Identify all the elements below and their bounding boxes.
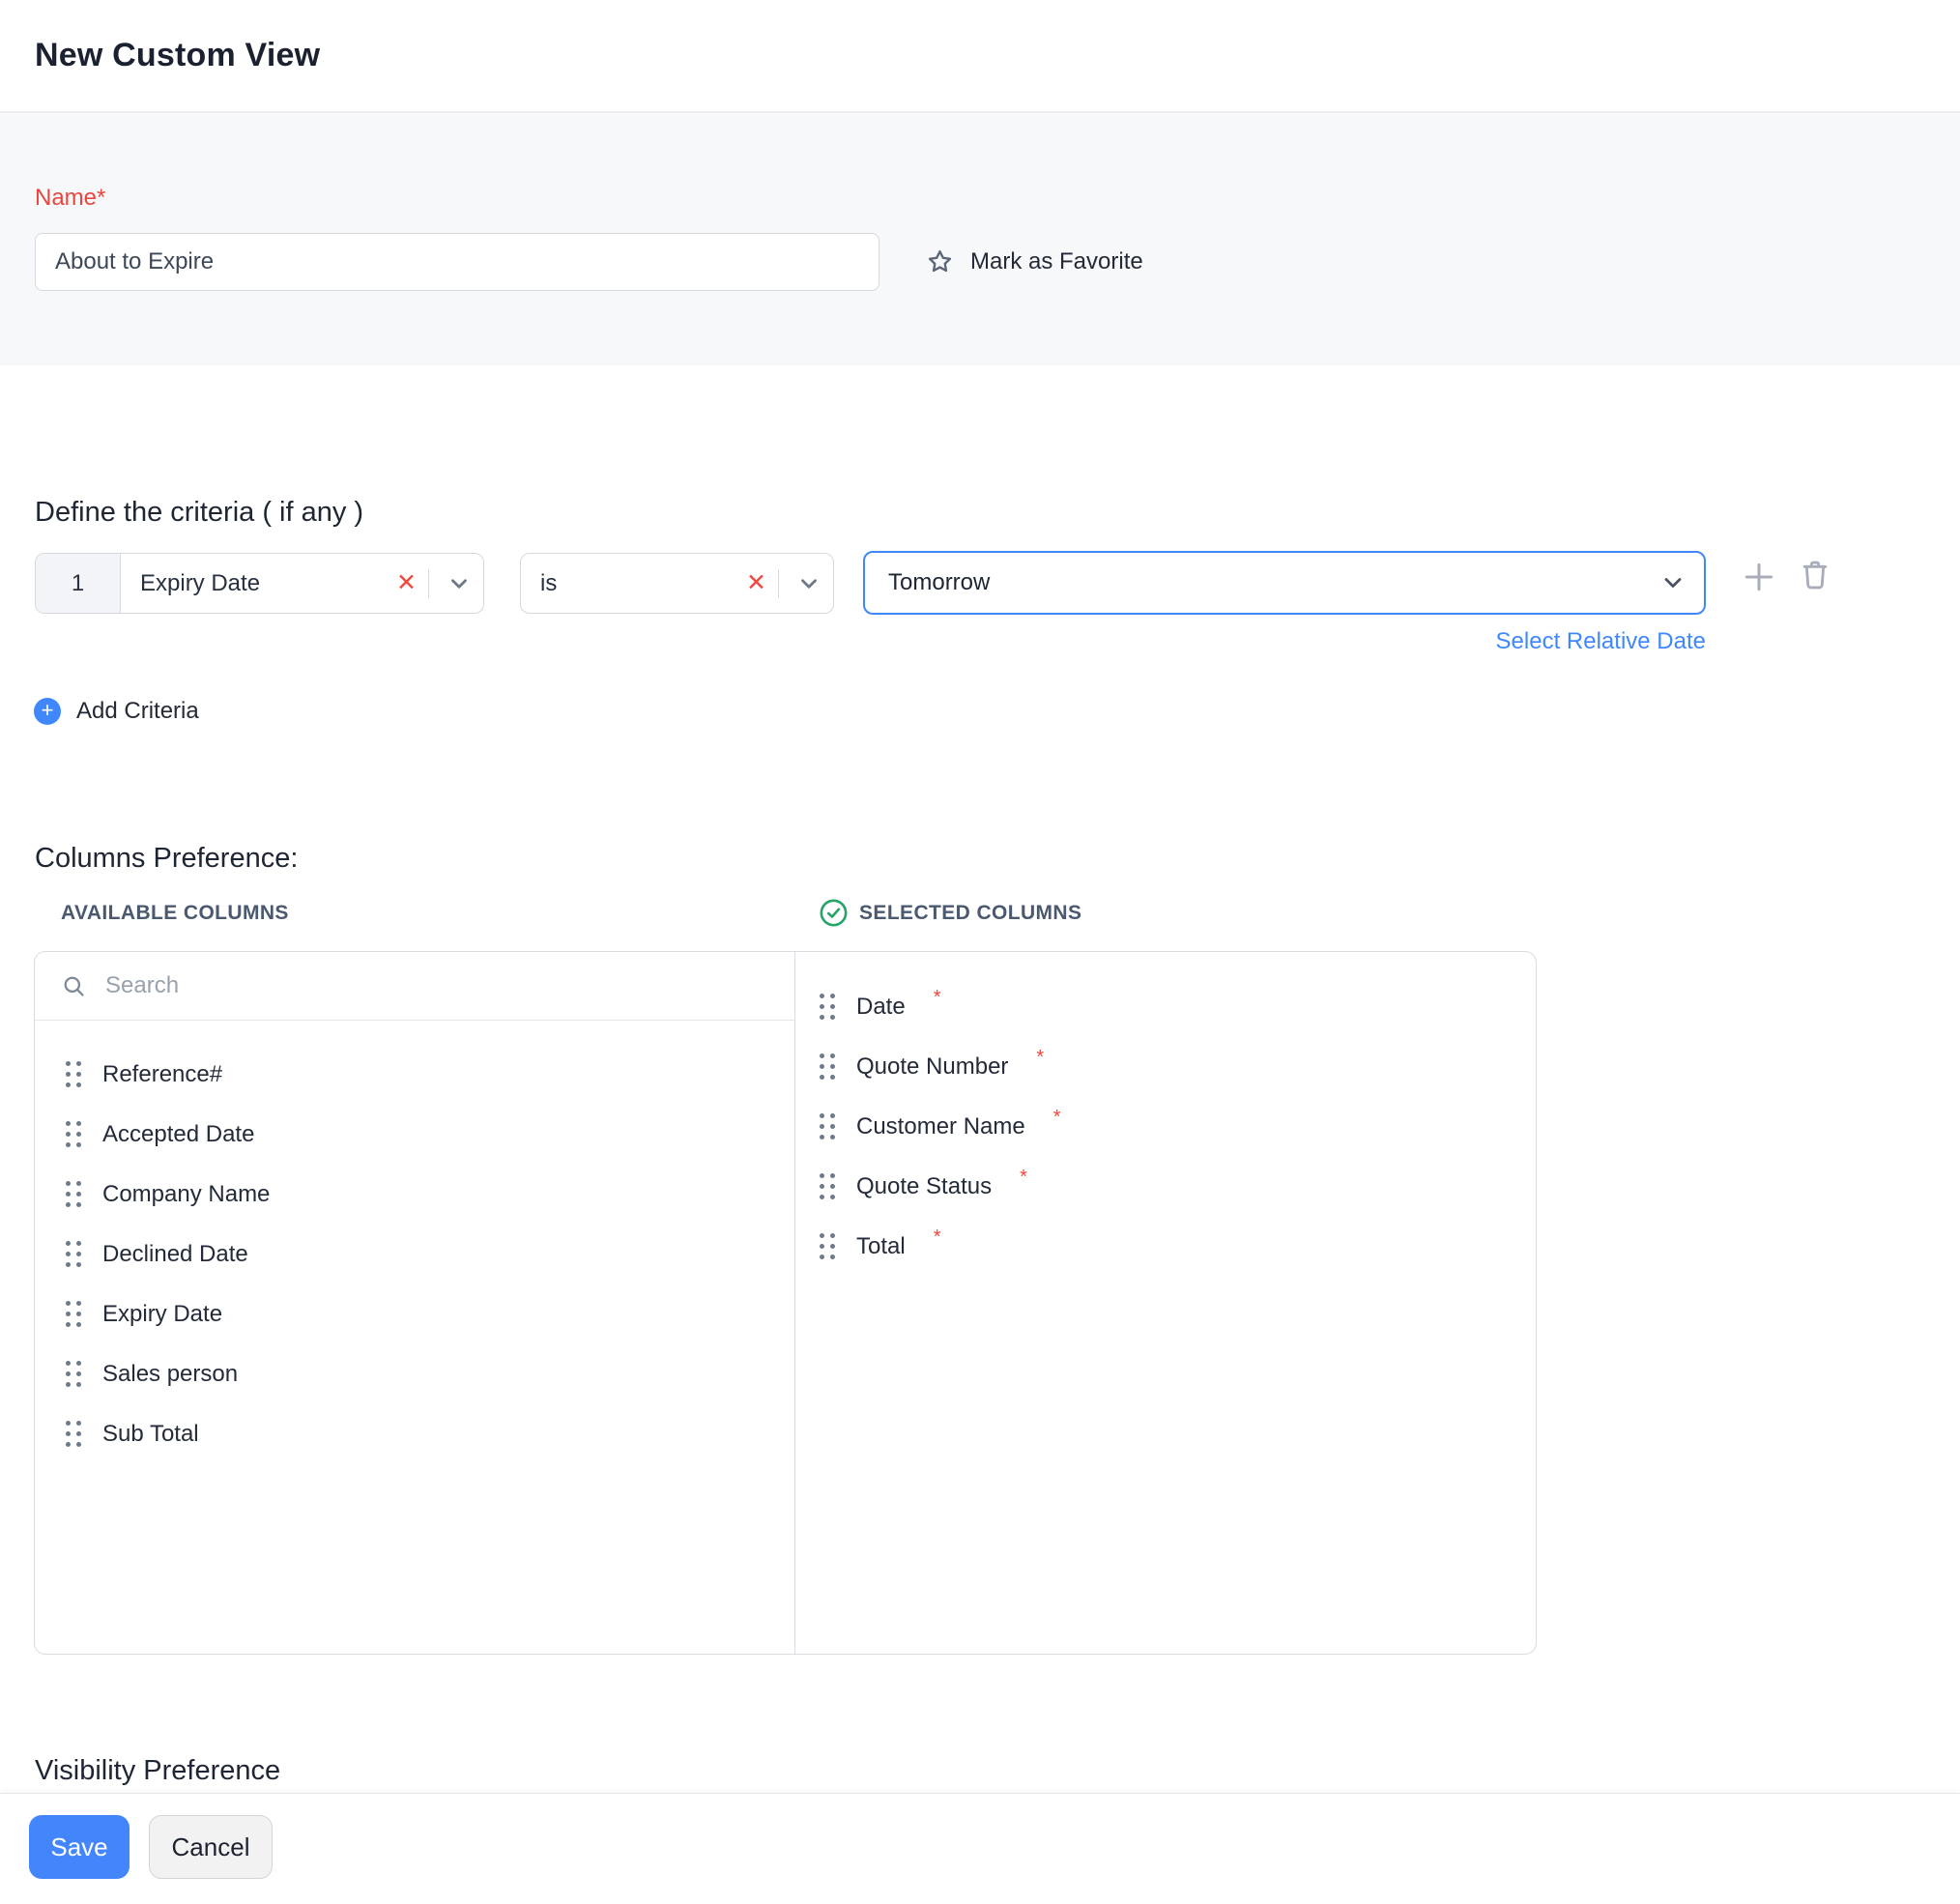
selected-columns-header: SELECTED COLUMNS (859, 901, 1082, 924)
search-icon (61, 973, 87, 999)
select-relative-date-link[interactable]: Select Relative Date (1496, 628, 1706, 654)
drag-handle-icon[interactable] (66, 1121, 82, 1148)
column-label: Sub Total (102, 1421, 199, 1447)
window-header: New Custom View (0, 0, 1960, 113)
star-icon (924, 246, 956, 278)
verified-badge-icon (818, 897, 850, 929)
selected-column-item[interactable]: Quote Status * (795, 1157, 1536, 1217)
drag-handle-icon[interactable] (820, 1053, 836, 1081)
column-label: Total (856, 1233, 906, 1259)
page-title: New Custom View (35, 37, 321, 73)
add-criteria-button[interactable]: + Add Criteria (34, 698, 199, 725)
column-label: Date (856, 994, 906, 1020)
available-columns-pane: Reference# Accepted Date Company Name De… (35, 952, 795, 1654)
criteria-value-select[interactable]: Tomorrow (863, 551, 1706, 615)
drag-handle-icon[interactable] (820, 1173, 836, 1200)
columns-preference-heading: Columns Preference: (35, 843, 299, 874)
criteria-row-index: 1 (36, 554, 121, 613)
selected-column-item[interactable]: Quote Number * (795, 1037, 1536, 1097)
column-label: Company Name (102, 1181, 271, 1207)
selected-column-item[interactable]: Customer Name * (795, 1097, 1536, 1157)
cancel-button[interactable]: Cancel (149, 1815, 273, 1879)
required-marker: * (933, 986, 941, 1008)
divider (778, 568, 779, 598)
visibility-preference-heading: Visibility Preference (35, 1755, 281, 1786)
selected-columns-list: Date * Quote Number * Customer Name * Qu… (795, 977, 1536, 1277)
criteria-field-value: Expiry Date (140, 569, 261, 596)
required-marker: * (1036, 1046, 1045, 1068)
criteria-value: Tomorrow (888, 569, 991, 595)
chevron-down-icon[interactable] (447, 571, 472, 596)
selected-columns-pane: Date * Quote Number * Customer Name * Qu… (795, 952, 1536, 1654)
save-button[interactable]: Save (29, 1815, 130, 1879)
column-label: Customer Name (856, 1113, 1025, 1140)
columns-panel: Reference# Accepted Date Company Name De… (34, 951, 1537, 1655)
column-label: Reference# (102, 1061, 223, 1087)
selected-column-item[interactable]: Date * (795, 977, 1536, 1037)
delete-criteria-row-icon[interactable] (1797, 557, 1833, 593)
available-column-item[interactable]: Declined Date (35, 1225, 794, 1284)
criteria-field-select[interactable]: 1 Expiry Date ✕ (35, 553, 484, 614)
required-marker: * (1052, 1106, 1061, 1128)
drag-handle-icon[interactable] (66, 1301, 82, 1328)
drag-handle-icon[interactable] (820, 1113, 836, 1140)
column-label: Quote Number (856, 1053, 1009, 1080)
name-label: Name* (35, 185, 106, 211)
drag-handle-icon[interactable] (66, 1241, 82, 1268)
mark-as-favorite-label: Mark as Favorite (970, 248, 1143, 274)
drag-handle-icon[interactable] (66, 1061, 82, 1088)
relative-date-link-row: Select Relative Date (35, 628, 1706, 655)
required-marker: * (933, 1226, 941, 1248)
available-columns-list: Reference# Accepted Date Company Name De… (35, 1021, 794, 1464)
drag-handle-icon[interactable] (820, 1233, 836, 1260)
available-column-item[interactable]: Company Name (35, 1165, 794, 1225)
selected-column-item[interactable]: Total * (795, 1217, 1536, 1277)
clear-operator-icon[interactable]: ✕ (746, 571, 766, 595)
available-columns-header: AVAILABLE COLUMNS (61, 901, 289, 924)
drag-handle-icon[interactable] (66, 1361, 82, 1388)
drag-handle-icon[interactable] (66, 1181, 82, 1208)
available-column-item[interactable]: Sub Total (35, 1404, 794, 1464)
clear-field-icon[interactable]: ✕ (396, 571, 417, 595)
drag-handle-icon[interactable] (66, 1421, 82, 1448)
column-label: Quote Status (856, 1173, 993, 1199)
add-criteria-row-icon[interactable] (1741, 559, 1777, 595)
criteria-operator-select[interactable]: is ✕ (520, 553, 834, 614)
column-label: Expiry Date (102, 1301, 223, 1327)
search-input[interactable] (103, 971, 794, 1000)
footer-bar: Save Cancel (0, 1793, 1960, 1904)
criteria-heading: Define the criteria ( if any ) (35, 497, 364, 528)
chevron-down-icon[interactable] (796, 571, 821, 596)
divider (428, 568, 429, 598)
required-marker: * (1020, 1166, 1027, 1188)
add-criteria-label: Add Criteria (76, 698, 199, 724)
available-column-item[interactable]: Expiry Date (35, 1284, 794, 1344)
available-column-item[interactable]: Accepted Date (35, 1105, 794, 1165)
criteria-operator-value: is (540, 569, 558, 596)
column-label: Declined Date (102, 1241, 248, 1267)
column-label: Sales person (102, 1361, 239, 1387)
name-section: Name* Mark as Favorite (0, 113, 1960, 365)
columns-headers-row: AVAILABLE COLUMNS SELECTED COLUMNS (35, 897, 1537, 929)
plus-circle-icon: + (34, 698, 61, 725)
name-input[interactable] (35, 233, 879, 291)
column-label: Accepted Date (102, 1121, 255, 1147)
available-column-item[interactable]: Sales person (35, 1344, 794, 1404)
drag-handle-icon[interactable] (820, 994, 836, 1021)
column-search-row (35, 952, 794, 1021)
mark-as-favorite-toggle[interactable]: Mark as Favorite (924, 246, 1143, 278)
chevron-down-icon (1659, 569, 1686, 596)
available-column-item[interactable]: Reference# (35, 1045, 794, 1105)
